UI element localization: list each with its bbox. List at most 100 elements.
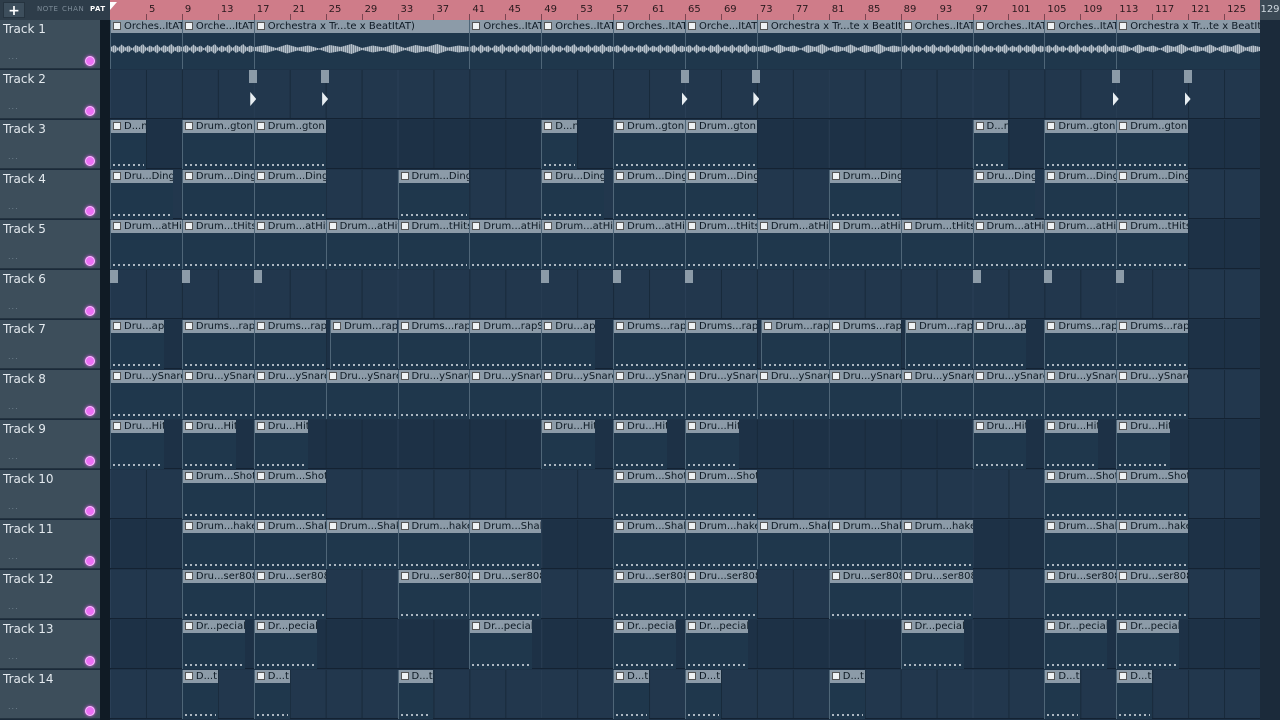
track-name[interactable]: Track 4 xyxy=(3,172,46,186)
clip-header[interactable]: D...t xyxy=(686,670,721,683)
pattern-clip[interactable]: Drum...rapS xyxy=(469,320,542,369)
track-options-dots[interactable]: ... xyxy=(8,602,19,611)
track-lane[interactable]: Drum...atHits Drum...tHits Drum...atHits Dr… xyxy=(110,220,1260,269)
pattern-clip[interactable]: Dru...Ding xyxy=(110,170,173,219)
pattern-clip-marker[interactable] xyxy=(253,270,262,319)
pattern-clip[interactable]: Dru...ser808 xyxy=(397,570,470,619)
track-name[interactable]: Track 3 xyxy=(3,122,46,136)
clip-header[interactable]: Dru...ser808 xyxy=(398,570,470,583)
clip-header[interactable]: Drum...Ding xyxy=(614,170,685,183)
pattern-clip[interactable]: Drum...rapS xyxy=(330,320,398,369)
track-header[interactable]: Track 12... xyxy=(0,570,100,619)
clip-header[interactable] xyxy=(680,70,689,83)
pattern-clip[interactable]: Dru...Hit xyxy=(541,420,596,469)
pattern-clip[interactable]: D...t xyxy=(397,670,434,719)
track-name[interactable]: Track 10 xyxy=(3,472,53,486)
pattern-clip[interactable]: Dr...pecial xyxy=(613,620,677,669)
pattern-clip[interactable]: Drum...Ding xyxy=(253,170,326,219)
pattern-clip[interactable]: Drum..gton xyxy=(1116,120,1189,169)
track-header[interactable]: Track 3... xyxy=(0,120,100,169)
track-name[interactable]: Track 11 xyxy=(3,522,53,536)
add-track-button[interactable]: + xyxy=(3,2,25,19)
clip-header[interactable]: Dru...ySnare xyxy=(254,370,326,383)
clip-header[interactable]: Orches..ItAT) xyxy=(111,20,182,33)
pattern-clip[interactable]: Dr...pecial xyxy=(253,620,317,669)
clip-header[interactable]: Dr...pecial xyxy=(1117,620,1180,633)
clip-header[interactable]: Orches..ItAT) xyxy=(1045,20,1117,33)
pattern-clip[interactable]: Dru...ySnare xyxy=(253,370,326,419)
clip-header[interactable]: Drums...rapS xyxy=(182,320,254,333)
clip-header[interactable]: Dru...Hit xyxy=(182,420,236,433)
track-header[interactable]: Track 7... xyxy=(0,320,100,369)
audio-clip[interactable]: Orches..ItAT) xyxy=(541,20,614,69)
pattern-clip[interactable]: Dr...pecial xyxy=(900,620,964,669)
clip-header[interactable]: Dr...pecial xyxy=(614,620,677,633)
clip-header[interactable]: D...t xyxy=(254,670,290,683)
track-options-dots[interactable]: ... xyxy=(8,652,19,661)
clip-header[interactable]: Drums...rapS xyxy=(686,320,757,333)
track-name[interactable]: Track 2 xyxy=(3,72,46,86)
pattern-clip-marker[interactable] xyxy=(972,270,981,319)
pattern-clip[interactable]: Dru...ySnare xyxy=(756,370,829,419)
pattern-clip[interactable]: Drum...atHits xyxy=(469,220,542,269)
clip-header[interactable]: Dru...Hit xyxy=(1117,420,1171,433)
mode-pat-button[interactable]: PAT xyxy=(90,5,106,13)
clip-header[interactable]: Drum...atHits xyxy=(326,220,398,233)
pattern-clip[interactable]: Drum..gton xyxy=(613,120,685,169)
clip-header[interactable]: Dru...ser808 xyxy=(614,570,685,583)
track-options-dots[interactable]: ... xyxy=(8,352,19,361)
clip-header[interactable]: Drum...Shake xyxy=(326,520,398,533)
pattern-clip[interactable]: Drum...Shake xyxy=(325,520,398,569)
clip-header[interactable]: Dru...ySnare xyxy=(1045,370,1117,383)
clip-header[interactable]: Dru...Ding xyxy=(973,170,1036,183)
pattern-clip[interactable]: Dru...ySnare xyxy=(685,370,757,419)
clip-header[interactable]: Drum...Shake xyxy=(757,520,829,533)
pattern-clip[interactable]: Drum...atHits xyxy=(828,220,901,269)
clip-header[interactable]: Drum...Ding xyxy=(1117,170,1189,183)
pattern-clip-marker[interactable] xyxy=(321,70,330,119)
clip-header[interactable]: Drum...Shot xyxy=(1045,470,1117,483)
clip-header[interactable]: Drums...rapS xyxy=(1117,320,1189,333)
pattern-clip[interactable]: Dru...ySnare xyxy=(181,370,254,419)
clip-header[interactable]: Dru...ySnare xyxy=(901,370,973,383)
clip-header[interactable]: Drum...atHits xyxy=(542,220,614,233)
track-header[interactable]: Track 2... xyxy=(0,70,100,119)
track-mute-led-icon[interactable] xyxy=(85,406,95,416)
pattern-clip[interactable]: Drum...Shake xyxy=(828,520,901,569)
track-lane[interactable]: Dru...apS Drums...rapS Drums...rapS Drum...… xyxy=(110,320,1260,369)
clip-header[interactable]: Drum..gton xyxy=(686,120,757,133)
clip-header[interactable]: Drums...rapS xyxy=(254,320,326,333)
pattern-clip[interactable]: Drum...Ding xyxy=(1116,170,1189,219)
track-header[interactable]: Track 10... xyxy=(0,470,100,519)
pattern-clip[interactable]: Dru...ySnare xyxy=(1116,370,1189,419)
clip-header[interactable]: Drum...hake xyxy=(901,520,973,533)
clip-header[interactable]: Dru...ySnare xyxy=(614,370,685,383)
pattern-clip[interactable]: Drum..gton xyxy=(685,120,757,169)
pattern-clip[interactable]: Drum...rapS xyxy=(905,320,973,369)
clip-header[interactable]: Drum...hake xyxy=(398,520,470,533)
pattern-clip[interactable]: Dru...Hit xyxy=(1044,420,1099,469)
clip-header[interactable]: Dr...pecial xyxy=(1045,620,1108,633)
clip-header[interactable]: Drum...rapS xyxy=(470,320,542,333)
pattern-clip-marker[interactable] xyxy=(1183,70,1192,119)
playhead-marker[interactable] xyxy=(110,2,117,10)
clip-header[interactable]: Dru...ySnare xyxy=(398,370,470,383)
pattern-clip[interactable]: Drum..gton xyxy=(1044,120,1117,169)
track-options-dots[interactable]: ... xyxy=(8,52,19,61)
clip-header[interactable] xyxy=(249,70,258,83)
clip-header[interactable]: Dru...ySnare xyxy=(470,370,542,383)
pattern-clip[interactable]: Drum...atHits xyxy=(1044,220,1117,269)
playlist-lanes[interactable]: Orches..ItAT) Orche...ItAT) Orchestra x Tr… xyxy=(110,20,1260,720)
pattern-clip[interactable]: Drums...rapS xyxy=(613,320,685,369)
pattern-clip[interactable]: Drum...Shake xyxy=(469,520,542,569)
track-name[interactable]: Track 13 xyxy=(3,622,53,636)
pattern-clip[interactable]: Drums...rapS xyxy=(181,320,254,369)
pattern-clip[interactable]: Dru...ser808 xyxy=(1044,570,1117,619)
track-header[interactable]: Track 11... xyxy=(0,520,100,569)
clip-header[interactable]: Dru...Ding xyxy=(542,170,605,183)
pattern-clip[interactable]: Dr...pecial xyxy=(181,620,245,669)
clip-header[interactable]: Drum...rapS xyxy=(906,320,973,333)
pattern-clip-marker[interactable] xyxy=(680,70,689,119)
pattern-clip[interactable]: Dru...ySnare xyxy=(325,370,398,419)
clip-header[interactable]: Dru...ySnare xyxy=(686,370,757,383)
